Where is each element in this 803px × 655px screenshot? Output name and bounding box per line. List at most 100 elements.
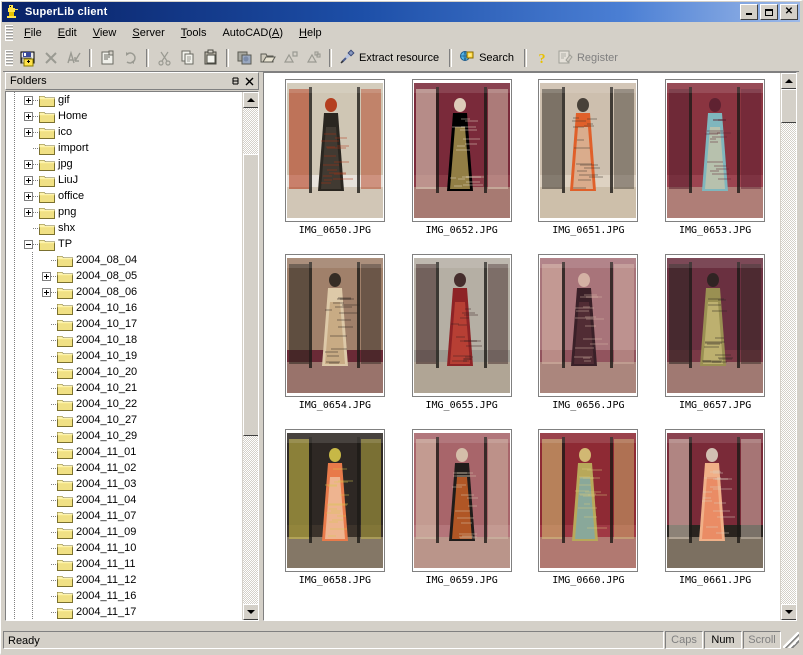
paste-icon[interactable] [199,47,222,69]
insert-block-icon[interactable] [279,47,302,69]
folder-tree-scroll-up-button[interactable] [243,92,259,108]
tree-item-2004-11-17[interactable]: 2004_11_17 [6,604,241,620]
insert-block-copy-icon[interactable] [302,47,325,69]
thumbnail-scrollbar[interactable] [780,73,796,620]
properties-icon[interactable] [96,47,119,69]
minimize-button[interactable] [740,4,758,20]
thumbnail-image[interactable] [285,429,385,572]
thumbnail-image[interactable] [412,429,512,572]
tree-expander-plus-icon[interactable] [24,112,33,121]
tree-item-2004-08-04[interactable]: 2004_08_04 [6,252,241,268]
thumbnail-item[interactable]: IMG_0655.JPG [399,254,525,411]
folder-tree-scrollbar[interactable] [242,92,258,620]
cut-icon[interactable] [153,47,176,69]
thumbnail-image[interactable] [412,79,512,222]
thumbnail-image[interactable] [538,429,638,572]
thumbnail-item[interactable]: IMG_0661.JPG [652,429,778,586]
thumbnail-item[interactable]: IMG_0658.JPG [272,429,398,586]
thumbnail-image[interactable] [285,79,385,222]
thumbnail-item[interactable]: IMG_0653.JPG [652,79,778,236]
tree-expander-plus-icon[interactable] [24,96,33,105]
thumbnail-item[interactable]: IMG_0650.JPG [272,79,398,236]
close-button[interactable]: ✕ [780,4,798,20]
tree-item-2004-10-22[interactable]: 2004_10_22 [6,396,241,412]
tree-item-2004-08-05[interactable]: 2004_08_05 [6,268,241,284]
thumbnail-item[interactable]: IMG_0652.JPG [399,79,525,236]
refresh-icon[interactable] [119,47,142,69]
tree-expander-plus-icon[interactable] [24,192,33,201]
tree-item-2004-11-02[interactable]: 2004_11_02 [6,460,241,476]
pin-icon[interactable] [228,74,242,88]
menu-file[interactable]: File [16,25,50,41]
tree-expander-plus-icon[interactable] [24,160,33,169]
menu-edit[interactable]: Edit [50,25,85,41]
tree-item-2004-11-07[interactable]: 2004_11_07 [6,508,241,524]
menu-drag-grip[interactable] [5,25,13,41]
thumbnail-image[interactable] [412,254,512,397]
folder-tree-scroll-down-button[interactable] [243,604,259,620]
thumbnail-image[interactable] [665,429,765,572]
delete-icon[interactable] [39,47,62,69]
thumbnail-image[interactable] [285,254,385,397]
tree-item-2004-11-11[interactable]: 2004_11_11 [6,556,241,572]
tree-item-2004-10-27[interactable]: 2004_10_27 [6,412,241,428]
toolbar-drag-grip[interactable] [5,50,13,66]
tree-item-2004-11-01[interactable]: 2004_11_01 [6,444,241,460]
tree-item-import[interactable]: import [6,140,241,156]
tree-expander-plus-icon[interactable] [42,272,51,281]
thumbnail-image[interactable] [665,254,765,397]
tree-item-home[interactable]: Home [6,108,241,124]
tree-item-2004-11-03[interactable]: 2004_11_03 [6,476,241,492]
extract-resource-button[interactable]: Extract resource [336,47,445,70]
folder-tree-scroll-thumb[interactable] [243,154,259,436]
tree-item-2004-10-18[interactable]: 2004_10_18 [6,332,241,348]
copy-entity-icon[interactable] [233,47,256,69]
thumbnail-item[interactable]: IMG_0656.JPG [526,254,652,411]
tree-expander-minus-icon[interactable] [24,240,33,249]
open-folder-icon[interactable] [256,47,279,69]
tree-item-2004-11-09[interactable]: 2004_11_09 [6,524,241,540]
tree-item-tp[interactable]: TP [6,236,241,252]
tree-item-office[interactable]: office [6,188,241,204]
tree-item-2004-10-20[interactable]: 2004_10_20 [6,364,241,380]
tree-item-2004-11-10[interactable]: 2004_11_10 [6,540,241,556]
rename-icon[interactable] [62,47,85,69]
thumbnail-image[interactable] [665,79,765,222]
tree-item-shx[interactable]: shx [6,220,241,236]
thumbnail-image[interactable] [538,254,638,397]
close-panel-icon[interactable] [242,74,256,88]
thumbnail-item[interactable]: IMG_0659.JPG [399,429,525,586]
register-button[interactable]: Register [554,47,624,70]
thumbnail-pane[interactable]: IMG_0650.JPGIMG_0652.JPGIMG_0651.JPGIMG_… [263,72,797,621]
tree-expander-plus-icon[interactable] [24,208,33,217]
tree-item-2004-08-06[interactable]: 2004_08_06 [6,284,241,300]
tree-item-ico[interactable]: ico [6,124,241,140]
tree-expander-plus-icon[interactable] [24,128,33,137]
maximize-button[interactable] [760,4,778,20]
resize-grip[interactable] [783,632,799,648]
menu-server[interactable]: Server [124,25,172,41]
tree-expander-plus-icon[interactable] [24,176,33,185]
tree-item-2004-11-12[interactable]: 2004_11_12 [6,572,241,588]
thumbnail-item[interactable]: IMG_0654.JPG [272,254,398,411]
thumbnail-item[interactable]: IMG_0657.JPG [652,254,778,411]
thumbnail-scroll-thumb[interactable] [781,89,797,123]
thumbnail-image[interactable] [538,79,638,222]
tree-item-2004-10-17[interactable]: 2004_10_17 [6,316,241,332]
tree-item-jpg[interactable]: jpg [6,156,241,172]
tree-item-gif[interactable]: gif [6,92,241,108]
search-button[interactable]: Search [456,47,520,70]
folder-tree[interactable]: gifHomeicoimportjpgLiuJofficepngshxTP200… [5,91,259,621]
menu-view[interactable]: View [85,25,125,41]
copy-icon[interactable] [176,47,199,69]
tree-item-png[interactable]: png [6,204,241,220]
thumbnail-item[interactable]: IMG_0651.JPG [526,79,652,236]
question-mark-icon[interactable]: ? [531,47,554,69]
tree-item-2004-10-16[interactable]: 2004_10_16 [6,300,241,316]
tree-item-2004-10-19[interactable]: 2004_10_19 [6,348,241,364]
menu-tools[interactable]: Tools [173,25,215,41]
tree-expander-plus-icon[interactable] [42,288,51,297]
thumbnail-scroll-up-button[interactable] [781,73,797,89]
tree-item-liuj[interactable]: LiuJ [6,172,241,188]
tree-item-2004-11-16[interactable]: 2004_11_16 [6,588,241,604]
